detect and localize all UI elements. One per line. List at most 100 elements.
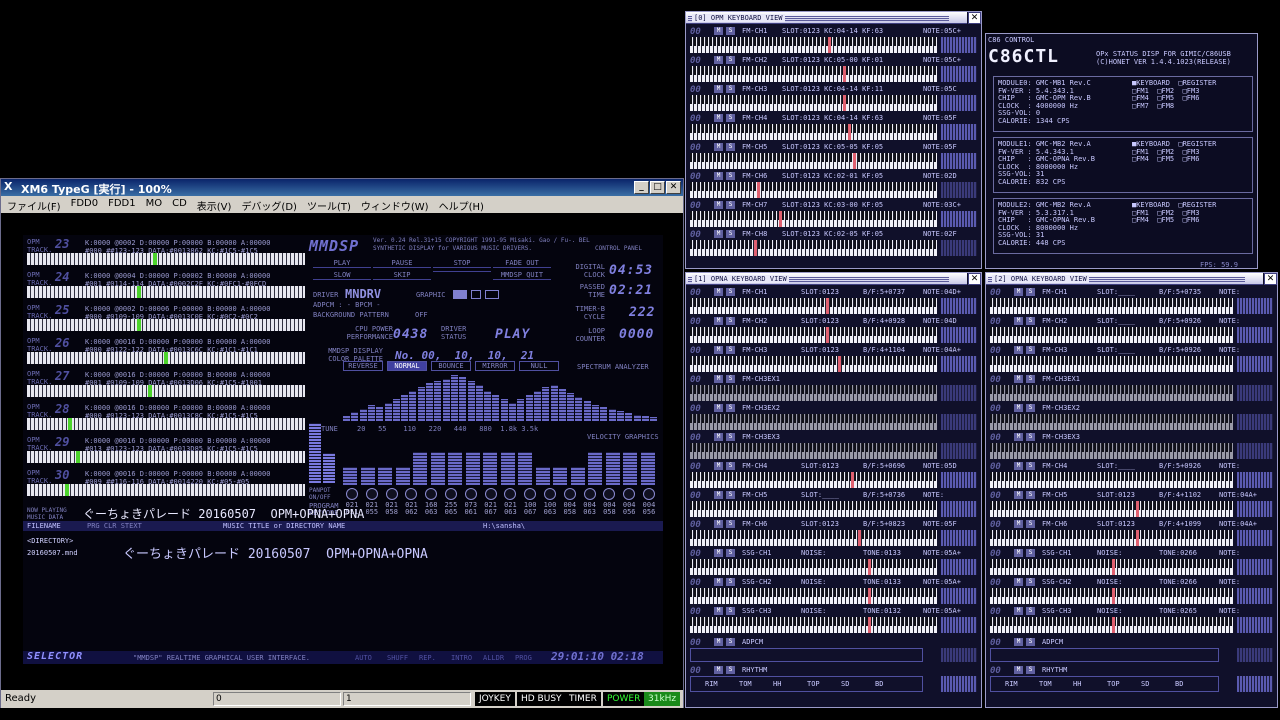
- channel-solo-button[interactable]: S: [726, 666, 735, 674]
- menu-item[interactable]: ツール(T): [307, 198, 351, 213]
- channel-solo-button[interactable]: S: [726, 56, 735, 64]
- graphic-mode-icon[interactable]: [453, 290, 467, 299]
- selector-flag[interactable]: SHUFF: [387, 654, 408, 662]
- channel-mute-button[interactable]: M: [1014, 375, 1023, 383]
- channel-mute-button[interactable]: M: [1014, 549, 1023, 557]
- panpot-dial-icon[interactable]: [524, 488, 537, 500]
- panpot-dial-icon[interactable]: [504, 488, 517, 500]
- spectrum-tab[interactable]: NULL: [519, 361, 559, 371]
- opna2-view-title[interactable]: [2] OPNA KEYBOARD VIEW: [986, 273, 1263, 285]
- channel-mute-button[interactable]: M: [1014, 288, 1023, 296]
- channel-solo-button[interactable]: S: [726, 346, 735, 354]
- channel-solo-button[interactable]: S: [1026, 578, 1035, 586]
- panpot-dial-icon[interactable]: [603, 488, 616, 500]
- channel-mute-button[interactable]: M: [1014, 346, 1023, 354]
- channel-mute-button[interactable]: M: [714, 520, 723, 528]
- panpot-dial-icon[interactable]: [544, 488, 556, 500]
- channel-solo-button[interactable]: S: [1026, 346, 1035, 354]
- xm6-title-bar[interactable]: Χ XM6 TypeG [実行] - 100%: [1, 179, 683, 196]
- channel-solo-button[interactable]: S: [726, 520, 735, 528]
- channel-solo-button[interactable]: S: [1026, 462, 1035, 470]
- channel-mute-button[interactable]: M: [714, 288, 723, 296]
- panpot-dial-icon[interactable]: [385, 488, 398, 500]
- channel-solo-button[interactable]: S: [1026, 404, 1035, 412]
- channel-solo-button[interactable]: S: [726, 172, 735, 180]
- file-entry[interactable]: 20160507.mnd: [27, 549, 78, 557]
- channel-mute-button[interactable]: M: [714, 549, 723, 557]
- control-button[interactable]: MMDSP QUIT: [493, 271, 551, 280]
- channel-mute-button[interactable]: M: [714, 230, 723, 238]
- opm-view-title[interactable]: [0] OPM KEYBOARD VIEW: [686, 12, 967, 24]
- channel-mute-button[interactable]: M: [714, 666, 723, 674]
- control-button[interactable]: SKIP: [373, 271, 431, 280]
- channel-solo-button[interactable]: S: [1026, 288, 1035, 296]
- control-button[interactable]: PAUSE: [373, 259, 431, 268]
- channel-mute-button[interactable]: M: [1014, 520, 1023, 528]
- menu-item[interactable]: MO: [146, 198, 163, 211]
- channel-solo-button[interactable]: S: [1026, 433, 1035, 441]
- channel-mute-button[interactable]: M: [714, 201, 723, 209]
- menu-item[interactable]: デバッグ(D): [241, 198, 297, 213]
- menu-item[interactable]: FDD0: [71, 198, 99, 211]
- spectrum-tab[interactable]: NORMAL: [387, 361, 427, 371]
- channel-solo-button[interactable]: S: [1026, 317, 1035, 325]
- module-checkboxes[interactable]: ■KEYBOARD □REGISTER □FM1 □FM2 □FM3 □FM4 …: [1132, 140, 1216, 164]
- close-button[interactable]: ✕: [666, 181, 681, 194]
- graphic-mode-icon[interactable]: [485, 290, 499, 299]
- channel-solo-button[interactable]: S: [726, 638, 735, 646]
- menu-item[interactable]: FDD1: [108, 198, 136, 211]
- menu-item[interactable]: 表示(V): [197, 198, 232, 213]
- menu-item[interactable]: ファイル(F): [7, 198, 61, 213]
- control-button[interactable]: STOP: [433, 259, 491, 268]
- channel-solo-button[interactable]: S: [726, 607, 735, 615]
- channel-solo-button[interactable]: S: [726, 201, 735, 209]
- channel-mute-button[interactable]: M: [1014, 638, 1023, 646]
- channel-mute-button[interactable]: M: [714, 607, 723, 615]
- file-entry-title[interactable]: ぐーちょきパレード 20160507 OPM+OPNA+OPNA: [123, 543, 428, 562]
- selector-flag[interactable]: REP.: [419, 654, 436, 662]
- control-button[interactable]: PLAY: [313, 259, 371, 268]
- directory-entry[interactable]: <DIRECTORY>: [27, 537, 73, 545]
- channel-mute-button[interactable]: M: [1014, 578, 1023, 586]
- channel-mute-button[interactable]: M: [714, 433, 723, 441]
- panpot-dial-icon[interactable]: [484, 488, 497, 500]
- channel-mute-button[interactable]: M: [1014, 433, 1023, 441]
- channel-solo-button[interactable]: S: [726, 114, 735, 122]
- channel-mute-button[interactable]: M: [714, 317, 723, 325]
- channel-solo-button[interactable]: S: [726, 288, 735, 296]
- channel-solo-button[interactable]: S: [1026, 520, 1035, 528]
- graphic-mode-icon[interactable]: [471, 290, 481, 299]
- panpot-dial-icon[interactable]: [583, 488, 596, 500]
- spectrum-tab[interactable]: REVERSE: [343, 361, 383, 371]
- channel-solo-button[interactable]: S: [726, 578, 735, 586]
- channel-mute-button[interactable]: M: [714, 578, 723, 586]
- channel-solo-button[interactable]: S: [726, 317, 735, 325]
- panpot-dial-icon[interactable]: [623, 488, 636, 500]
- channel-mute-button[interactable]: M: [1014, 404, 1023, 412]
- channel-solo-button[interactable]: S: [726, 27, 735, 35]
- channel-mute-button[interactable]: M: [1014, 666, 1023, 674]
- spectrum-tab[interactable]: MIRROR: [475, 361, 515, 371]
- selector-flag[interactable]: ALLDR: [483, 654, 504, 662]
- channel-solo-button[interactable]: S: [726, 549, 735, 557]
- channel-solo-button[interactable]: S: [1026, 375, 1035, 383]
- channel-mute-button[interactable]: M: [714, 404, 723, 412]
- channel-mute-button[interactable]: M: [714, 172, 723, 180]
- channel-mute-button[interactable]: M: [714, 491, 723, 499]
- channel-solo-button[interactable]: S: [726, 375, 735, 383]
- channel-mute-button[interactable]: M: [714, 27, 723, 35]
- channel-mute-button[interactable]: M: [1014, 491, 1023, 499]
- channel-mute-button[interactable]: M: [1014, 317, 1023, 325]
- channel-solo-button[interactable]: S: [1026, 491, 1035, 499]
- channel-mute-button[interactable]: M: [714, 143, 723, 151]
- panpot-dial-icon[interactable]: [563, 488, 576, 500]
- module-checkboxes[interactable]: ■KEYBOARD □REGISTER □FM1 □FM2 □FM3 □FM4 …: [1132, 79, 1216, 110]
- channel-solo-button[interactable]: S: [1026, 666, 1035, 674]
- channel-solo-button[interactable]: S: [726, 404, 735, 412]
- control-button[interactable]: [433, 271, 491, 272]
- panpot-dial-icon[interactable]: [346, 488, 358, 500]
- panpot-dial-icon[interactable]: [445, 488, 457, 500]
- channel-solo-button[interactable]: S: [726, 462, 735, 470]
- selector-flag[interactable]: INTRO: [451, 654, 472, 662]
- module-checkboxes[interactable]: ■KEYBOARD □REGISTER □FM1 □FM2 □FM3 □FM4 …: [1132, 201, 1216, 225]
